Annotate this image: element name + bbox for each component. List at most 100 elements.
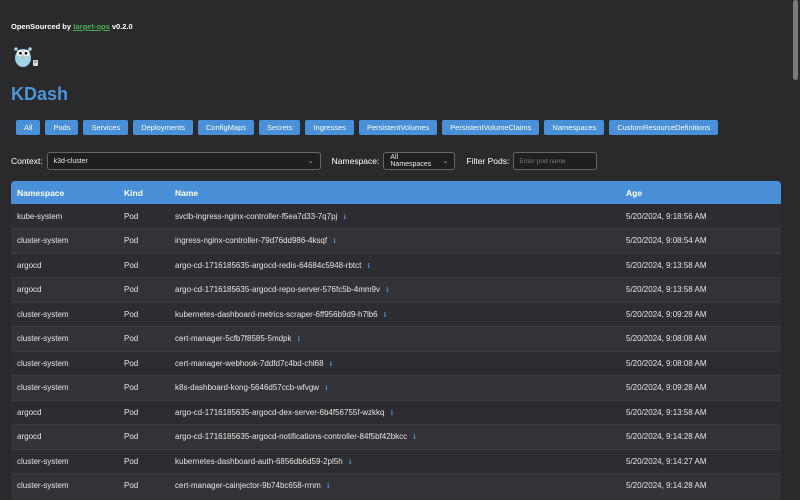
table-row[interactable]: cluster-system Pod k8s-dashboard-kong-5646…	[11, 375, 781, 401]
cell-namespace: argocd	[11, 424, 118, 450]
tab-persistentvolumeclaims[interactable]: PersistentVolumeClaims	[442, 120, 540, 135]
cell-namespace-text: cluster-system	[17, 481, 69, 491]
cell-name: kubernetes-dashboard-metrics-scraper-6ff…	[169, 302, 620, 327]
cell-age: 5/20/2024, 9:08:08 AM	[620, 326, 781, 352]
pod-filter-input[interactable]	[513, 152, 598, 170]
cell-age: 5/20/2024, 9:13:58 AM	[620, 253, 781, 278]
cell-age-text: 5/20/2024, 9:08:08 AM	[626, 358, 707, 368]
info-icon[interactable]: ℹ	[298, 336, 300, 343]
scrollbar-thumb[interactable]	[793, 0, 798, 80]
chevron-down-icon: ⌄	[307, 158, 314, 165]
context-select[interactable]: k3d-cluster ⌄	[46, 152, 321, 170]
cell-namespace: argocd	[11, 277, 118, 303]
cell-name-text: k8s-dashboard-kong-5646d57ccb-wfvgw	[175, 383, 320, 393]
cell-age-text: 5/20/2024, 9:14:27 AM	[626, 456, 707, 466]
tab-secrets[interactable]: Secrets	[259, 120, 301, 135]
tab-namespaces[interactable]: Namespaces	[544, 120, 605, 135]
column-header-kind[interactable]: Kind	[118, 181, 169, 204]
cell-age-text: 5/20/2024, 9:13:58 AM	[626, 407, 707, 417]
info-icon[interactable]: ℹ	[386, 287, 388, 294]
table-row[interactable]: argocd Pod argo-cd-1716185635-argocd-notif…	[11, 424, 781, 450]
namespace-label: Namespace:	[331, 156, 380, 166]
cell-age: 5/20/2024, 9:13:58 AM	[620, 400, 781, 425]
resource-tabs: All Pods Services Deployments ConfigMaps…	[16, 120, 719, 135]
table-row[interactable]: cluster-system Pod ingress-nginx-controlle…	[11, 228, 781, 254]
tab-customresourcedefinitions[interactable]: CustomResourceDefinitions	[609, 120, 719, 135]
cell-namespace-text: argocd	[17, 432, 42, 442]
cell-name: k8s-dashboard-kong-5646d57ccb-wfvgw ℹ	[169, 375, 620, 401]
info-icon[interactable]: ℹ	[333, 238, 335, 245]
table-row[interactable]: cluster-system Pod kubernetes-dashboard-au…	[11, 449, 781, 474]
cell-namespace-text: argocd	[17, 260, 42, 270]
tab-configmaps[interactable]: ConfigMaps	[198, 120, 255, 135]
attribution-link[interactable]: target-ops	[73, 22, 110, 31]
info-icon[interactable]: ℹ	[349, 459, 351, 466]
page-scrollbar[interactable]	[792, 0, 798, 500]
cell-kind-text: Pod	[124, 334, 139, 344]
info-icon[interactable]: ℹ	[390, 410, 392, 417]
cell-namespace: cluster-system	[11, 351, 118, 376]
cell-kind-text: Pod	[124, 456, 139, 466]
context-value: k3d-cluster	[53, 157, 88, 165]
tab-all[interactable]: All	[16, 120, 41, 135]
tab-services[interactable]: Services	[83, 120, 129, 135]
cell-kind-text: Pod	[124, 383, 139, 393]
info-icon[interactable]: ℹ	[330, 361, 332, 368]
cell-kind-text: Pod	[124, 432, 139, 442]
cell-name: cert-manager-webhook-7ddfd7c4bd-chl68 ℹ	[169, 351, 620, 376]
cell-name: argo-cd-1716185635-argocd-dex-server-6b4…	[169, 400, 620, 425]
table-row[interactable]: argocd Pod argo-cd-1716185635-argocd-dex-s…	[11, 400, 781, 425]
table-row[interactable]: argocd Pod argo-cd-1716185635-argocd-redis…	[11, 253, 781, 278]
info-icon[interactable]: ℹ	[327, 483, 329, 490]
cell-kind-text: Pod	[124, 309, 139, 319]
cell-name-text: argo-cd-1716185635-argocd-redis-64684c59…	[175, 260, 362, 270]
cell-age: 5/20/2024, 9:14:28 AM	[620, 473, 781, 499]
cell-age-text: 5/20/2024, 9:08:08 AM	[626, 334, 707, 344]
context-label: Context:	[11, 156, 43, 166]
table-row[interactable]: cluster-system Pod cert-manager-5cfb7f8585…	[11, 326, 781, 352]
cell-namespace: cluster-system	[11, 473, 118, 499]
cell-namespace-text: argocd	[17, 285, 42, 295]
table-row[interactable]: cluster-system Pod cert-manager-webhook-7d…	[11, 351, 781, 376]
table-row[interactable]: cluster-system Pod kubernetes-dashboard-me…	[11, 302, 781, 327]
tab-pods[interactable]: Pods	[45, 120, 79, 135]
cell-kind-text: Pod	[124, 481, 139, 491]
cell-namespace: cluster-system	[11, 302, 118, 327]
info-icon[interactable]: ℹ	[325, 385, 327, 392]
tab-persistentvolumes[interactable]: PersistentVolumes	[359, 120, 438, 135]
cell-name: cert-manager-cainjector-9b74bc658-rrnm ℹ	[169, 473, 620, 499]
cell-kind-text: Pod	[124, 260, 139, 270]
info-icon[interactable]: ℹ	[413, 434, 415, 441]
info-icon[interactable]: ℹ	[343, 214, 345, 221]
cell-namespace-text: cluster-system	[17, 236, 69, 246]
cell-name: ingress-nginx-controller-79d76dd986-4ksq…	[169, 228, 620, 254]
table-row[interactable]: cluster-system Pod cert-manager-cainjector…	[11, 473, 781, 499]
column-header-name[interactable]: Name	[169, 181, 620, 204]
cell-name: svclb-ingress-nginx-controller-f5ea7d33-…	[169, 204, 620, 229]
cell-name-text: cert-manager-5cfb7f8585-5mdpk	[175, 334, 292, 344]
column-header-age[interactable]: Age	[620, 181, 781, 204]
table-header-row: Namespace Kind Name Age	[11, 181, 781, 204]
tab-deployments[interactable]: Deployments	[133, 120, 193, 135]
table-row[interactable]: kube-system Pod svclb-ingress-nginx-contro…	[11, 204, 781, 229]
cell-kind: Pod	[118, 449, 169, 474]
cell-kind-text: Pod	[124, 407, 139, 417]
info-icon[interactable]: ℹ	[367, 263, 369, 270]
chevron-down-icon: ⌄	[442, 158, 449, 165]
attribution-prefix: OpenSourced by	[11, 22, 72, 31]
cell-age: 5/20/2024, 9:14:27 AM	[620, 449, 781, 474]
cell-kind: Pod	[118, 277, 169, 303]
cell-name-text: argo-cd-1716185635-argocd-dex-server-6b4…	[175, 407, 385, 417]
cell-name: argo-cd-1716185635-argocd-repo-server-57…	[169, 277, 620, 303]
cell-namespace: argocd	[11, 253, 118, 278]
cell-namespace-text: cluster-system	[17, 334, 69, 344]
cell-age: 5/20/2024, 9:09:28 AM	[620, 375, 781, 401]
namespace-select[interactable]: All Namespaces ⌄	[383, 152, 456, 170]
table-row[interactable]: argocd Pod argo-cd-1716185635-argocd-repo-…	[11, 277, 781, 303]
cell-namespace: cluster-system	[11, 375, 118, 401]
tab-ingresses[interactable]: Ingresses	[305, 120, 354, 135]
cell-age-text: 5/20/2024, 9:13:58 AM	[626, 260, 707, 270]
info-icon[interactable]: ℹ	[384, 312, 386, 319]
cell-name-text: svclb-ingress-nginx-controller-f5ea7d33-…	[175, 211, 338, 221]
column-header-namespace[interactable]: Namespace	[11, 181, 118, 204]
